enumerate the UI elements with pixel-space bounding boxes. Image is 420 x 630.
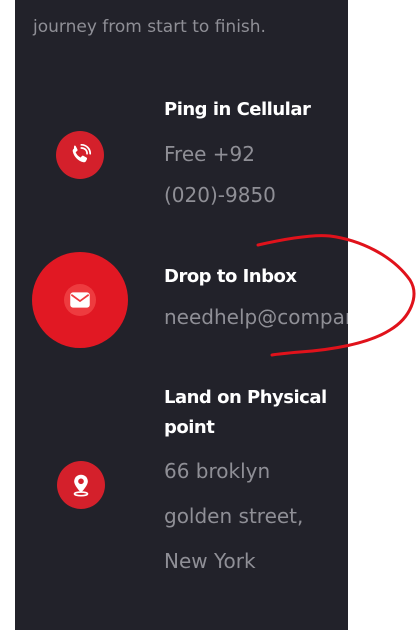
address-line-3: New York xyxy=(164,549,256,573)
phone-line-1: Free +92 xyxy=(164,142,256,166)
mail-icon-circle[interactable] xyxy=(32,252,128,348)
email-title: Drop to Inbox xyxy=(164,266,297,287)
mail-icon xyxy=(70,292,90,308)
mail-icon-inner xyxy=(64,284,96,316)
address-line-1: 66 broklyn xyxy=(164,459,271,483)
phone-icon xyxy=(72,143,92,163)
location-icon-circle xyxy=(57,461,105,509)
intro-text: journey from start to finish. xyxy=(33,17,266,37)
phone-title: Ping in Cellular xyxy=(164,99,311,120)
address-title-line-1: Land on Physical xyxy=(164,387,327,408)
phone-line-2: (020)-9850 xyxy=(164,183,276,207)
address-line-2: golden street, xyxy=(164,504,304,528)
address-title-line-2: point xyxy=(164,417,215,438)
email-clip: needhelp@company.com xyxy=(164,295,348,340)
email-address[interactable]: needhelp@company.com xyxy=(164,295,348,340)
page: journey from start to finish. Ping in Ce… xyxy=(0,0,420,630)
location-pin-icon xyxy=(73,474,89,497)
phone-icon-circle xyxy=(56,131,104,179)
